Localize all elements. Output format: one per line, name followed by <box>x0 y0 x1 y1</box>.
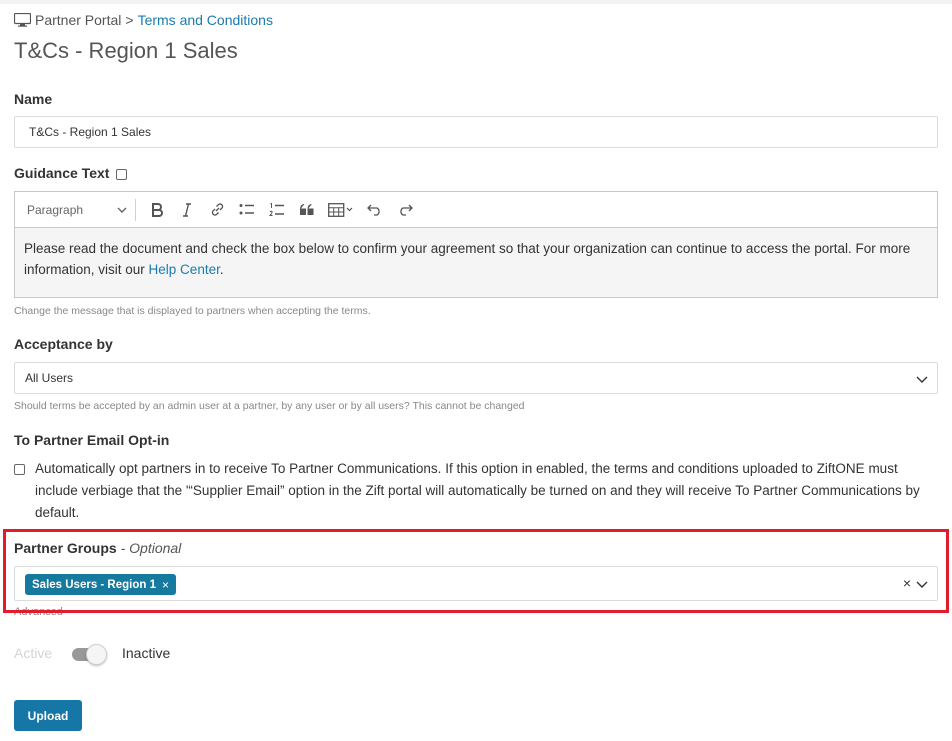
guidance-help-text: Change the message that is displayed to … <box>14 305 371 317</box>
upload-button[interactable]: Upload <box>14 700 82 731</box>
acceptance-help-text: Should terms be accepted by an admin use… <box>14 400 525 412</box>
chevron-down-icon <box>916 376 928 383</box>
guidance-label: Guidance Text <box>14 165 110 181</box>
top-bar <box>0 0 952 4</box>
toolbar-divider <box>135 198 136 221</box>
table-icon[interactable] <box>322 198 360 222</box>
undo-icon[interactable] <box>360 198 390 222</box>
rich-text-editor: Paragraph Please read the document and c… <box>14 191 938 298</box>
highlight-box <box>3 529 949 613</box>
help-center-link[interactable]: Help Center <box>149 262 220 277</box>
inactive-label: Inactive <box>122 645 171 661</box>
numbered-list-icon[interactable] <box>262 198 292 222</box>
chevron-down-icon <box>117 207 127 213</box>
blockquote-icon[interactable] <box>292 198 322 222</box>
email-optin-label: To Partner Email Opt-in <box>14 432 170 448</box>
acceptance-label: Acceptance by <box>14 336 113 352</box>
link-icon[interactable] <box>202 198 232 222</box>
page-title: T&Cs - Region 1 Sales <box>14 38 238 63</box>
guidance-label-row: Guidance Text <box>14 165 128 181</box>
toggle-knob <box>86 644 107 665</box>
guidance-checkbox[interactable] <box>116 168 128 180</box>
redo-icon[interactable] <box>390 198 420 222</box>
breadcrumb-separator: > <box>125 12 134 28</box>
italic-icon[interactable] <box>172 198 202 222</box>
bulleted-list-icon[interactable] <box>232 198 262 222</box>
paragraph-select-label: Paragraph <box>27 202 84 217</box>
bold-icon[interactable] <box>142 198 172 222</box>
editor-content[interactable]: Please read the document and check the b… <box>15 228 937 297</box>
paragraph-select[interactable]: Paragraph <box>27 203 135 217</box>
email-optin-text: Automatically opt partners in to receive… <box>35 461 920 520</box>
breadcrumb: Partner Portal > Terms and Conditions <box>13 11 273 29</box>
monitor-icon <box>13 12 32 27</box>
editor-toolbar: Paragraph <box>15 192 937 228</box>
guidance-body-end: . <box>219 262 224 277</box>
email-optin-checkbox[interactable] <box>14 464 25 475</box>
name-input[interactable] <box>14 116 938 148</box>
active-label: Active <box>14 645 53 661</box>
acceptance-select[interactable]: All Users <box>14 362 938 394</box>
acceptance-value: All Users <box>25 371 74 385</box>
name-label: Name <box>14 91 53 107</box>
breadcrumb-root[interactable]: Partner Portal <box>35 12 121 28</box>
email-optin-row: Automatically opt partners in to receive… <box>14 458 938 524</box>
status-toggle[interactable] <box>71 643 107 665</box>
breadcrumb-current[interactable]: Terms and Conditions <box>138 12 273 28</box>
